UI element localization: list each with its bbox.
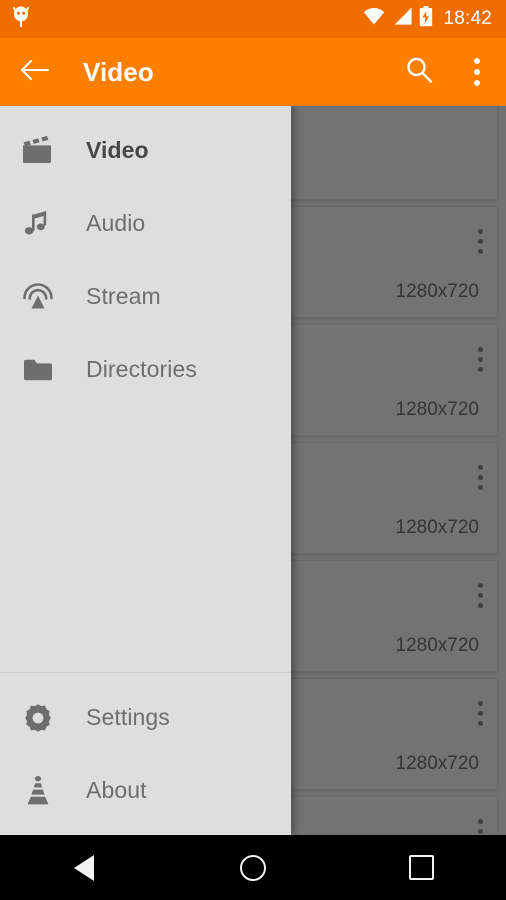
battery-charging-icon [419,6,433,32]
overflow-menu-button[interactable] [448,38,506,106]
broadcast-antenna-icon [18,277,58,317]
vlc-cone-icon [18,771,58,811]
movie-clapperboard-icon [18,131,58,171]
status-bar-clock: 18:42 [443,8,492,30]
gear-icon [18,698,58,738]
sidebar-item-label: Video [86,137,149,164]
arrow-back-icon [19,58,49,87]
sidebar-item-video[interactable]: Video [0,114,291,187]
sidebar-item-label: Stream [86,283,161,310]
navigation-drawer: Video Audio [0,106,291,835]
app-toolbar: Video [0,38,506,106]
sidebar-item-settings[interactable]: Settings [0,681,291,754]
android-navigation-bar [0,835,506,900]
sidebar-item-label: Directories [86,356,197,383]
recents-square-icon [409,855,434,880]
status-bar-indicators: 18:42 [363,6,506,32]
home-button[interactable] [169,835,338,900]
android-bug-icon [12,6,30,33]
home-circle-icon [240,855,266,881]
recents-button[interactable] [337,835,506,900]
status-bar: 18:42 [0,0,506,38]
page-title: Video [83,57,390,88]
back-button[interactable] [0,835,169,900]
status-bar-notifications [0,6,363,33]
sidebar-item-stream[interactable]: Stream [0,260,291,333]
sidebar-item-directories[interactable]: Directories [0,333,291,406]
sidebar-item-label: Settings [86,704,170,731]
overflow-menu-icon [474,58,480,86]
cellular-signal-icon [392,8,412,30]
sidebar-item-label: Audio [86,210,145,237]
phone-screen: 18:42 Video [0,0,506,900]
search-button[interactable] [390,38,448,106]
wifi-icon [363,8,385,30]
drawer-secondary-items: Settings About [0,673,291,835]
folder-icon [18,350,58,390]
back-triangle-icon [74,855,94,881]
sidebar-item-audio[interactable]: Audio [0,187,291,260]
drawer-primary-items: Video Audio [0,106,291,406]
drawer-spacer [0,406,291,672]
music-note-icon [18,204,58,244]
search-icon [404,55,434,90]
sidebar-item-label: About [86,777,147,804]
back-navigation-button[interactable] [4,38,64,106]
sidebar-item-about[interactable]: About [0,754,291,827]
